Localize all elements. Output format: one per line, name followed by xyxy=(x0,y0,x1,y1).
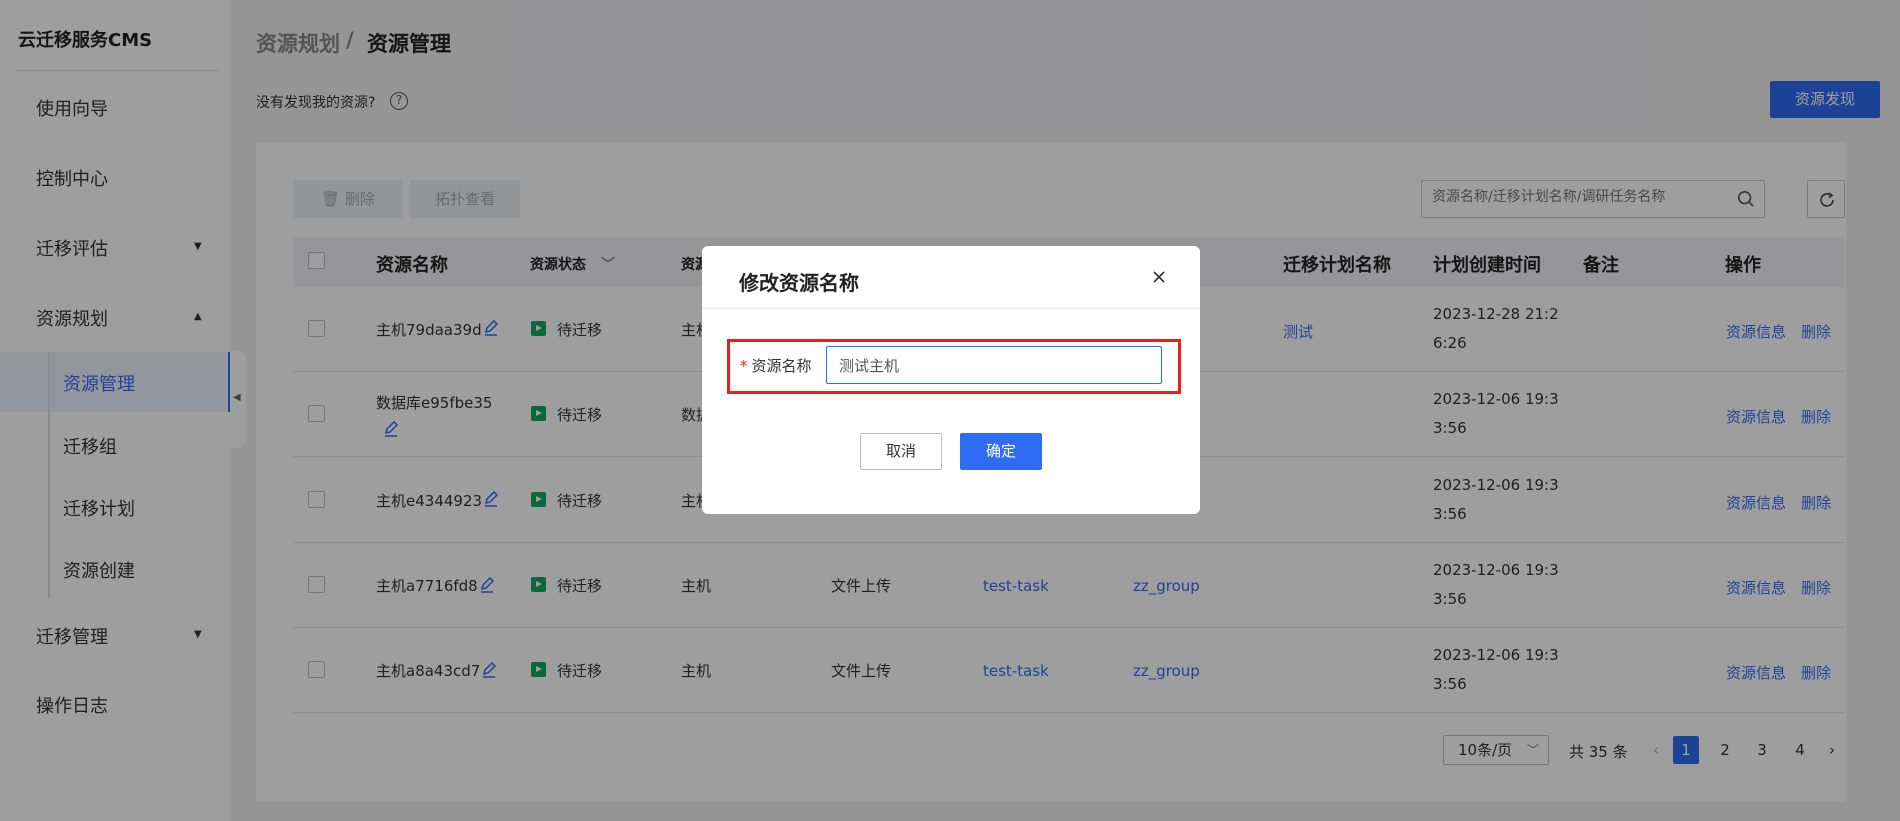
cancel-button[interactable]: 取消 xyxy=(860,433,942,470)
close-icon[interactable] xyxy=(1146,264,1172,290)
dialog-title: 修改资源名称 xyxy=(739,271,859,295)
confirm-button[interactable]: 确定 xyxy=(960,433,1042,470)
resource-name-input[interactable] xyxy=(826,346,1162,384)
rename-resource-dialog: 修改资源名称 *资源名称 取消 确定 xyxy=(702,246,1200,514)
resource-name-label: * 资源名称 xyxy=(740,357,812,375)
divider xyxy=(702,308,1200,309)
